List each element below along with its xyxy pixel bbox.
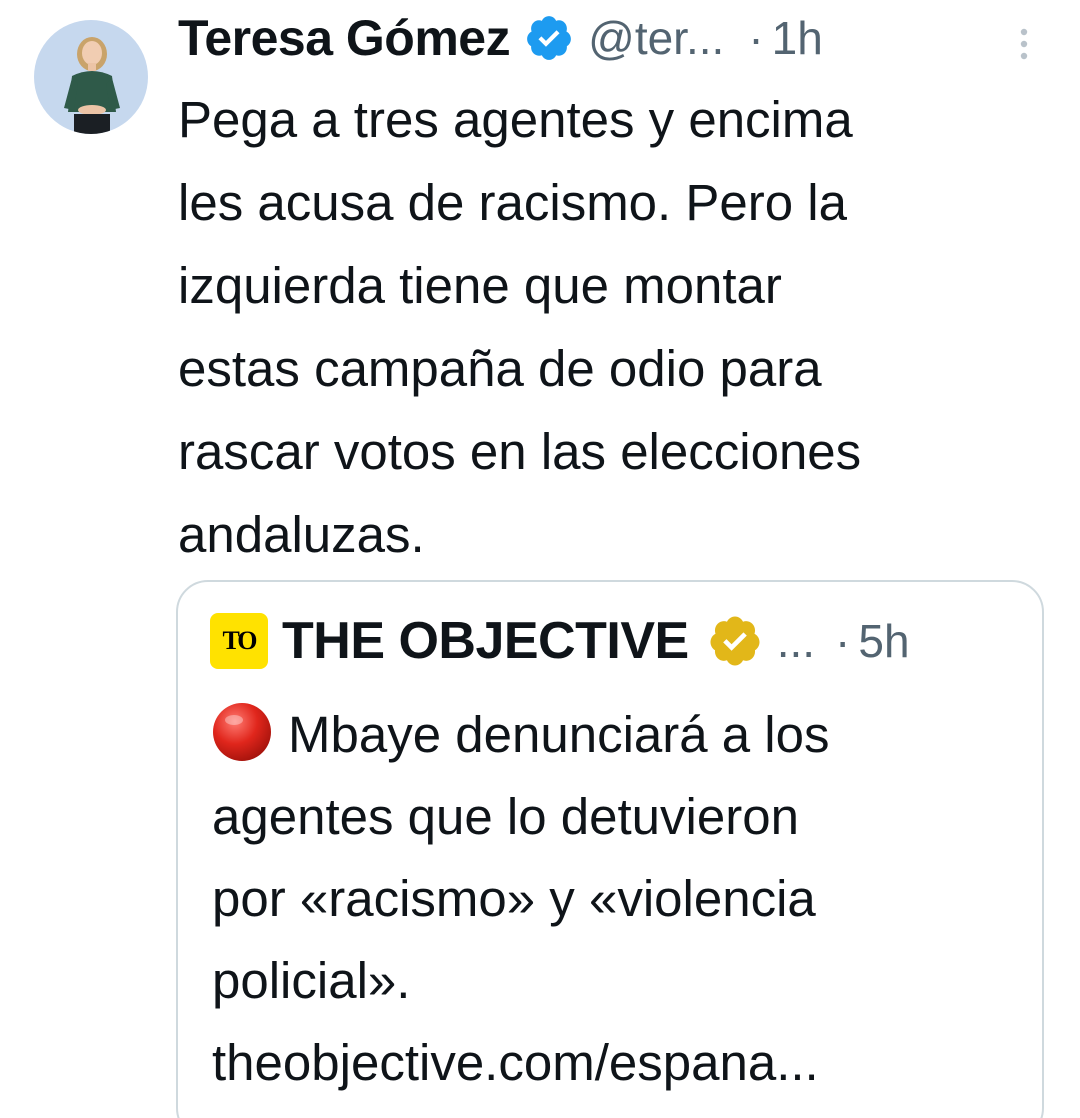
quoted-text-content: Mbaye denunciará a los xyxy=(288,706,830,763)
quoted-tweet-text: Mbaye denunciará a los agentes que lo de… xyxy=(212,694,1032,1104)
tweet-header: Teresa Gómez @ter... · 1h xyxy=(178,6,1058,70)
vertical-ellipsis-icon[interactable] xyxy=(1008,24,1040,64)
avatar[interactable] xyxy=(34,20,148,134)
tweet-text-line: izquierda tiene que montar xyxy=(178,257,782,314)
quoted-text-line: por «racismo» y «violencia xyxy=(212,870,816,927)
tweet-text-line: estas campaña de odio para xyxy=(178,340,822,397)
red-circle-icon xyxy=(212,702,272,762)
tweet-text-line: andaluzas. xyxy=(178,506,425,563)
separator-dot: · xyxy=(835,615,851,667)
author-name[interactable]: Teresa Gómez xyxy=(178,9,511,67)
quoted-text-line: agentes que lo detuvieron xyxy=(212,788,799,845)
tweet[interactable]: Teresa Gómez @ter... · 1h Pega a tres ag… xyxy=(0,0,1080,1118)
quoted-account-logo: TO xyxy=(210,613,268,669)
tweet-text: Pega a tres agentes y encima les acusa d… xyxy=(178,78,1058,576)
quoted-author-handle: ... xyxy=(776,615,816,667)
tweet-text-line: Pega a tres agentes y encima xyxy=(178,91,853,148)
quoted-tweet-header: TO THE OBJECTIVE ... · 5h xyxy=(210,604,910,678)
tweet-text-line: les acusa de racismo. Pero la xyxy=(178,174,847,231)
quoted-text-line: Mbaye denunciará a los xyxy=(212,694,1032,776)
separator-dot: · xyxy=(748,12,764,64)
quoted-author-name: THE OBJECTIVE xyxy=(282,612,689,670)
avatar-image xyxy=(34,20,148,134)
quoted-link[interactable]: theobjective.com/espana... xyxy=(212,1022,1032,1104)
gold-verified-badge-icon xyxy=(707,613,763,669)
quoted-text-line: policial». xyxy=(212,952,411,1009)
tweet-text-line: rascar votos en las elecciones xyxy=(178,423,862,480)
quoted-tweet-card[interactable]: TO THE OBJECTIVE ... · 5h Mbaye denuncia… xyxy=(176,580,1044,1118)
verified-badge-icon[interactable] xyxy=(524,13,574,63)
quoted-timestamp: 5h xyxy=(858,615,910,667)
timestamp[interactable]: 1h xyxy=(772,11,823,65)
author-handle[interactable]: @ter... xyxy=(588,11,724,65)
